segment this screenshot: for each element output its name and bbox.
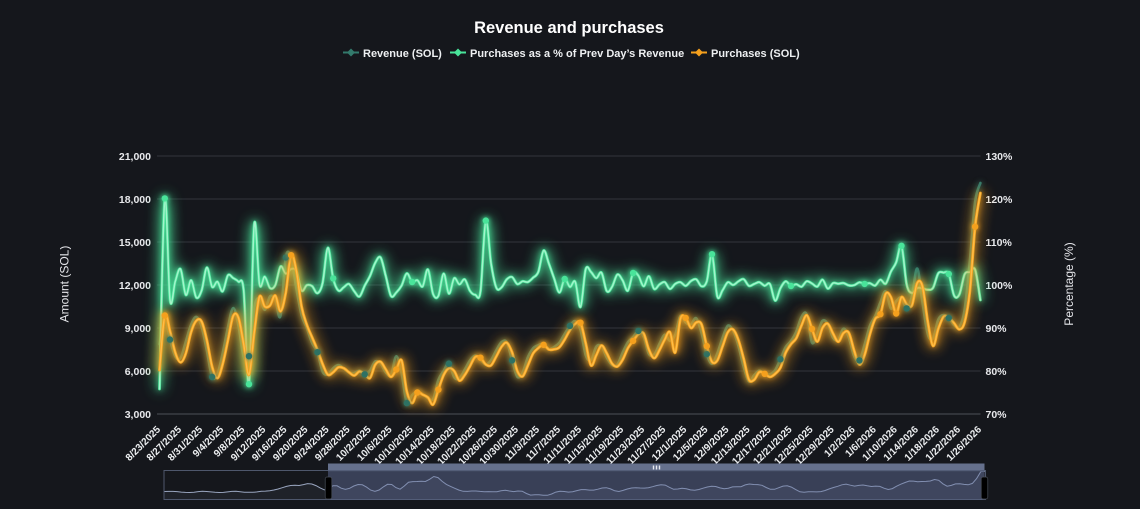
svg-text:80%: 80% [986,366,1008,378]
svg-text:Purchases as a % of Prev Day’s: Purchases as a % of Prev Day’s Revenue [470,48,684,60]
svg-text:Amount (SOL): Amount (SOL) [58,246,72,323]
svg-text:Percentage (%): Percentage (%) [1062,242,1076,325]
svg-text:9,000: 9,000 [125,323,151,335]
svg-text:18,000: 18,000 [119,194,151,206]
svg-text:100%: 100% [986,280,1014,292]
svg-text:120%: 120% [986,194,1014,206]
svg-text:Purchases (SOL): Purchases (SOL) [711,48,800,60]
svg-text:90%: 90% [986,323,1008,335]
svg-text:3,000: 3,000 [125,409,151,421]
svg-text:130%: 130% [986,151,1014,163]
svg-text:Revenue and purchases: Revenue and purchases [474,19,664,37]
svg-text:12,000: 12,000 [119,280,151,292]
svg-text:15,000: 15,000 [119,237,151,249]
svg-text:Revenue (SOL): Revenue (SOL) [363,48,442,60]
svg-text:110%: 110% [986,237,1013,249]
svg-text:6,000: 6,000 [125,366,151,378]
svg-text:21,000: 21,000 [119,151,151,163]
svg-text:70%: 70% [986,409,1008,421]
